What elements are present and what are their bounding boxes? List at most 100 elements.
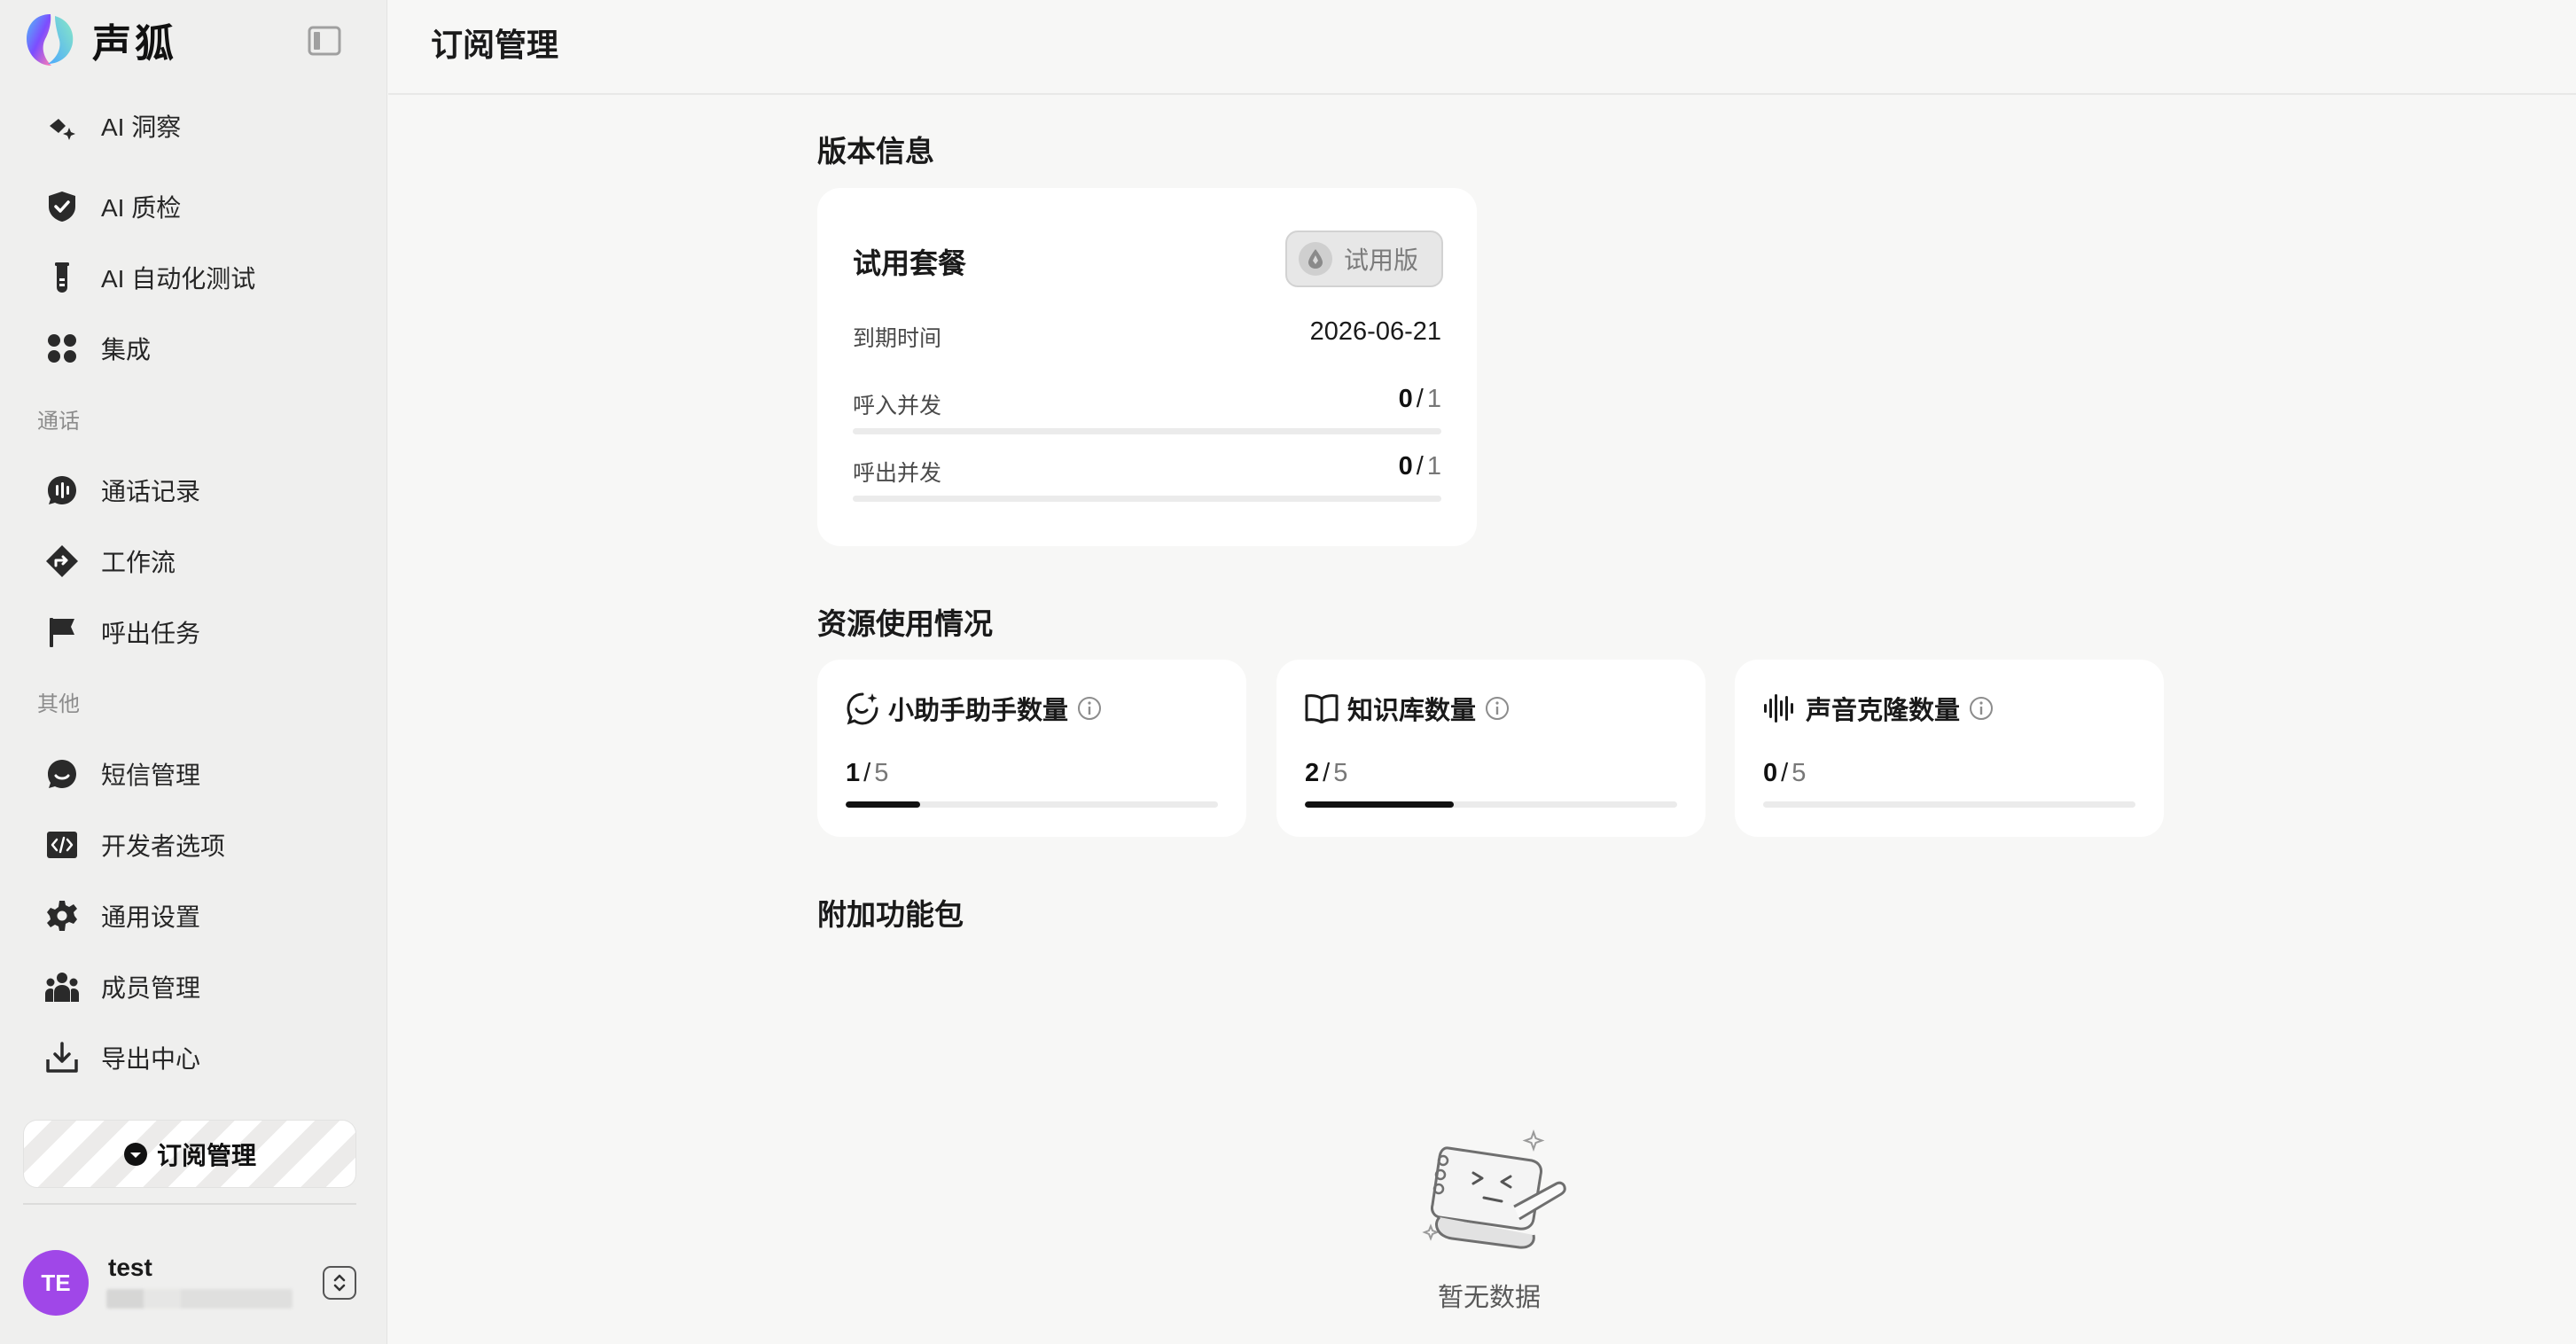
resource-progress-bar <box>846 801 1218 808</box>
nav-section-call: 通话 <box>37 410 80 434</box>
resource-usage-value: 1/5 <box>846 759 889 787</box>
sidebar-item-label: 导出中心 <box>101 1045 201 1073</box>
sidebar-item-integration[interactable]: 集成 <box>23 317 365 379</box>
resource-total: 5 <box>874 759 889 787</box>
chat-bubble-icon <box>44 756 80 792</box>
empty-state: 暂无数据 <box>1401 1121 1578 1317</box>
download-tray-icon <box>44 1040 80 1075</box>
shield-check-icon <box>44 189 80 224</box>
plan-name: 试用套餐 <box>853 247 967 279</box>
workflow-diamond-icon <box>44 543 80 579</box>
resource-card-knowledge-base: 知识库数量 2/5 <box>1276 660 1706 837</box>
user-email-redacted <box>106 1289 293 1309</box>
grid-apps-icon <box>44 331 80 366</box>
sidebar-item-label: 通话记录 <box>101 478 201 505</box>
plan-badge: 试用版 <box>1285 231 1443 287</box>
empty-state-text: 暂无数据 <box>1437 1284 1541 1312</box>
sidebar-item-label: 成员管理 <box>101 974 201 1002</box>
nav-section-other: 其他 <box>37 692 80 716</box>
plan-badge-label: 试用版 <box>1344 246 1419 274</box>
resource-usage-value: 0/5 <box>1763 759 1807 787</box>
version-section-title: 版本信息 <box>817 135 934 168</box>
sidebar-item-outbound-tasks[interactable]: 呼出任务 <box>23 601 365 663</box>
addon-section-title: 附加功能包 <box>817 898 964 931</box>
inbound-progress-bar <box>853 428 1441 434</box>
expiry-value: 2026-06-21 <box>1309 317 1441 346</box>
collapse-sidebar-button[interactable] <box>307 25 342 57</box>
info-icon[interactable] <box>1969 696 1994 721</box>
resource-label: 知识库数量 <box>1347 697 1477 725</box>
sidebar-item-workflow[interactable]: 工作流 <box>23 530 365 592</box>
sidebar-item-label: 开发者选项 <box>101 832 226 860</box>
outbound-used: 0 <box>1398 452 1413 481</box>
outbound-total: 1 <box>1426 452 1441 481</box>
flag-icon <box>44 614 80 650</box>
outbound-concurrency-value: 0/1 <box>1398 452 1441 481</box>
audio-bubble-icon <box>44 473 80 508</box>
sidebar-item-label: AI 自动化测试 <box>101 265 256 293</box>
resource-progress-bar <box>1763 801 2135 808</box>
user-menu-toggle[interactable] <box>323 1266 356 1300</box>
inbound-concurrency-label: 呼入并发 <box>853 394 942 418</box>
resource-card-header: 声音克隆数量 <box>1763 690 1994 727</box>
sidebar-item-developer[interactable]: 开发者选项 <box>23 814 365 876</box>
resource-card-voice-clone: 声音克隆数量 0/5 <box>1735 660 2164 837</box>
droplet-badge-icon <box>1299 242 1332 276</box>
page-title: 订阅管理 <box>431 27 559 63</box>
open-book-icon <box>1305 694 1339 723</box>
sidebar-item-sms[interactable]: 短信管理 <box>23 743 365 805</box>
resource-card-header: 小助手助手数量 <box>846 690 1102 727</box>
team-icon <box>44 969 80 1004</box>
top-bar: 订阅管理 <box>388 0 2576 95</box>
resource-usage-value: 2/5 <box>1305 759 1348 787</box>
sidebar-item-label: 呼出任务 <box>101 620 201 647</box>
resource-total: 5 <box>1791 759 1807 787</box>
inbound-used: 0 <box>1398 385 1413 413</box>
avatar[interactable]: TE <box>23 1250 89 1316</box>
brand[interactable]: 声狐 <box>21 11 177 69</box>
sidebar-item-ai-insight[interactable]: AI 洞察 <box>23 106 365 168</box>
outbound-concurrency-label: 呼出并发 <box>853 461 942 486</box>
resource-total: 5 <box>1333 759 1348 787</box>
user-name: test <box>108 1254 152 1281</box>
resource-used: 2 <box>1305 759 1320 787</box>
resource-card-header: 知识库数量 <box>1305 690 1510 727</box>
sidebar: 声狐 AI 洞察 AI 质检 AI 自动化测试 集成 通话 通话记录 工作流 呼… <box>0 0 387 1344</box>
sidebar-item-label: 通用设置 <box>101 903 201 931</box>
info-icon[interactable] <box>1077 696 1102 721</box>
sparkle-insight-icon <box>44 108 80 144</box>
sidebar-toggle-icon <box>308 26 341 56</box>
resource-used: 0 <box>1763 759 1778 787</box>
resource-progress-bar <box>1305 801 1677 808</box>
sidebar-item-members[interactable]: 成员管理 <box>23 956 365 1018</box>
user-profile[interactable]: TE test <box>23 1250 360 1317</box>
test-tube-icon <box>44 260 80 295</box>
brand-logo-icon <box>27 14 74 66</box>
sidebar-divider <box>23 1203 356 1205</box>
code-icon <box>44 827 80 863</box>
info-icon[interactable] <box>1485 696 1510 721</box>
plan-card: 试用套餐 试用版 到期时间 2026-06-21 呼入并发 0/1 呼出并发 0… <box>817 188 1477 546</box>
sidebar-item-label: 集成 <box>101 336 152 363</box>
resource-label: 声音克隆数量 <box>1806 697 1961 725</box>
sidebar-item-label: 工作流 <box>101 549 176 576</box>
empty-notebook-icon <box>1422 1129 1566 1249</box>
subscription-icon <box>123 1142 147 1166</box>
soundwave-icon <box>1764 694 1793 723</box>
sidebar-item-label: 短信管理 <box>101 762 201 789</box>
sidebar-item-ai-quality[interactable]: AI 质检 <box>23 176 365 238</box>
sidebar-item-export-center[interactable]: 导出中心 <box>23 1027 365 1089</box>
outbound-progress-bar <box>853 496 1441 502</box>
subscription-management-button[interactable]: 订阅管理 <box>23 1120 356 1188</box>
sidebar-item-label: AI 质检 <box>101 194 182 222</box>
sidebar-item-general-settings[interactable]: 通用设置 <box>23 885 365 947</box>
inbound-total: 1 <box>1426 385 1441 413</box>
subscription-button-label: 订阅管理 <box>156 1141 256 1169</box>
resource-section-title: 资源使用情况 <box>817 607 993 640</box>
brand-name: 声狐 <box>92 22 177 66</box>
resource-label: 小助手助手数量 <box>888 697 1069 725</box>
sidebar-item-ai-autotest[interactable]: AI 自动化测试 <box>23 246 365 309</box>
inbound-concurrency-value: 0/1 <box>1398 385 1441 413</box>
sidebar-item-call-records[interactable]: 通话记录 <box>23 459 365 521</box>
expiry-label: 到期时间 <box>853 326 942 351</box>
